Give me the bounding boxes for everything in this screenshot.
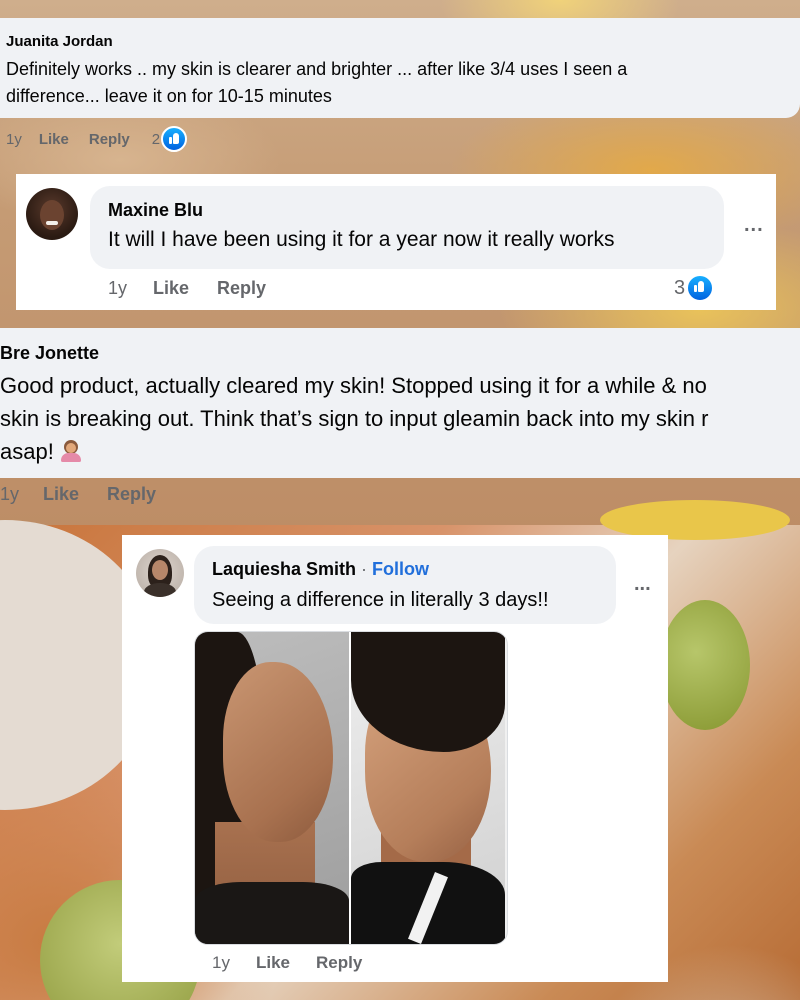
- comment-laquiesha-smith: Laquiesha Smith · Follow Seeing a differ…: [122, 535, 668, 982]
- comment-timestamp[interactable]: 1y: [0, 484, 19, 505]
- reply-button[interactable]: Reply: [89, 131, 130, 148]
- comment-author[interactable]: Laquiesha Smith: [212, 559, 356, 580]
- like-button[interactable]: Like: [43, 484, 79, 505]
- comment-maxine-blu: Maxine Blu It will I have been using it …: [16, 174, 776, 310]
- reply-button[interactable]: Reply: [316, 953, 362, 973]
- before-photo: [195, 632, 349, 944]
- comment-photo-before-after[interactable]: [194, 631, 508, 945]
- more-options-icon[interactable]: ...: [744, 214, 764, 237]
- like-button[interactable]: Like: [256, 953, 290, 973]
- comment-timestamp[interactable]: 1y: [6, 131, 22, 148]
- avatar-shirt: [144, 583, 176, 597]
- reaction-count: 3: [674, 276, 686, 299]
- reply-button[interactable]: Reply: [217, 278, 266, 299]
- comment-actions: 1y Like Reply: [108, 278, 266, 299]
- comment-author[interactable]: Bre Jonette: [0, 343, 99, 364]
- comment-header: Laquiesha Smith · Follow: [212, 559, 429, 580]
- comment-timestamp[interactable]: 1y: [108, 278, 127, 299]
- comment-author[interactable]: Maxine Blu: [108, 200, 203, 221]
- reaction-count[interactable]: 2: [152, 131, 160, 148]
- comment-text-line: Seeing a difference in literally 3 days!…: [212, 589, 549, 611]
- comment-text-line: Good product, actually cleared my skin! …: [0, 373, 707, 398]
- comment-text-line: It will I have been using it for a year …: [108, 228, 615, 251]
- comment-author[interactable]: Juanita Jordan: [6, 33, 113, 50]
- reply-button[interactable]: Reply: [107, 484, 156, 505]
- like-button[interactable]: Like: [153, 278, 189, 299]
- avatar-face: [152, 560, 168, 580]
- comment-bubble: [194, 546, 616, 624]
- after-photo: [351, 632, 505, 944]
- comment-text-line: skin is breaking out. Think that’s sign …: [0, 406, 709, 431]
- reaction-summary[interactable]: 3: [674, 274, 715, 302]
- person-gesturing-emoji: [60, 440, 82, 462]
- follow-button[interactable]: Follow: [372, 559, 429, 580]
- comment-text-line: Definitely works .. my skin is clearer a…: [6, 59, 628, 79]
- comment-bubble: [0, 328, 800, 478]
- avatar[interactable]: [136, 549, 184, 597]
- comment-actions: 1y Like Reply 2: [6, 126, 188, 152]
- comment-text-line: difference... leave it on for 10-15 minu…: [6, 86, 332, 106]
- avatar-face: [40, 200, 64, 230]
- comment-timestamp[interactable]: 1y: [212, 953, 230, 973]
- comment-text-line: asap!: [0, 439, 54, 464]
- like-thumbs-up-icon[interactable]: [161, 126, 188, 152]
- avatar[interactable]: [26, 188, 78, 240]
- like-thumbs-up-icon: [686, 274, 715, 302]
- comment-text-line-wrap: asap!: [0, 439, 82, 465]
- avatar-smile: [46, 221, 58, 225]
- comment-actions: 1y Like Reply: [212, 953, 362, 973]
- more-options-icon[interactable]: ...: [634, 573, 651, 596]
- comment-actions: 1y Like Reply: [0, 484, 156, 505]
- comment-juanita-jordan: Juanita Jordan Definitely works .. my sk…: [0, 18, 800, 156]
- background-green-shape: [660, 600, 750, 730]
- like-button[interactable]: Like: [39, 131, 69, 148]
- separator-dot: ·: [361, 559, 368, 579]
- comment-bre-jonette: Bre Jonette Good product, actually clear…: [0, 328, 800, 520]
